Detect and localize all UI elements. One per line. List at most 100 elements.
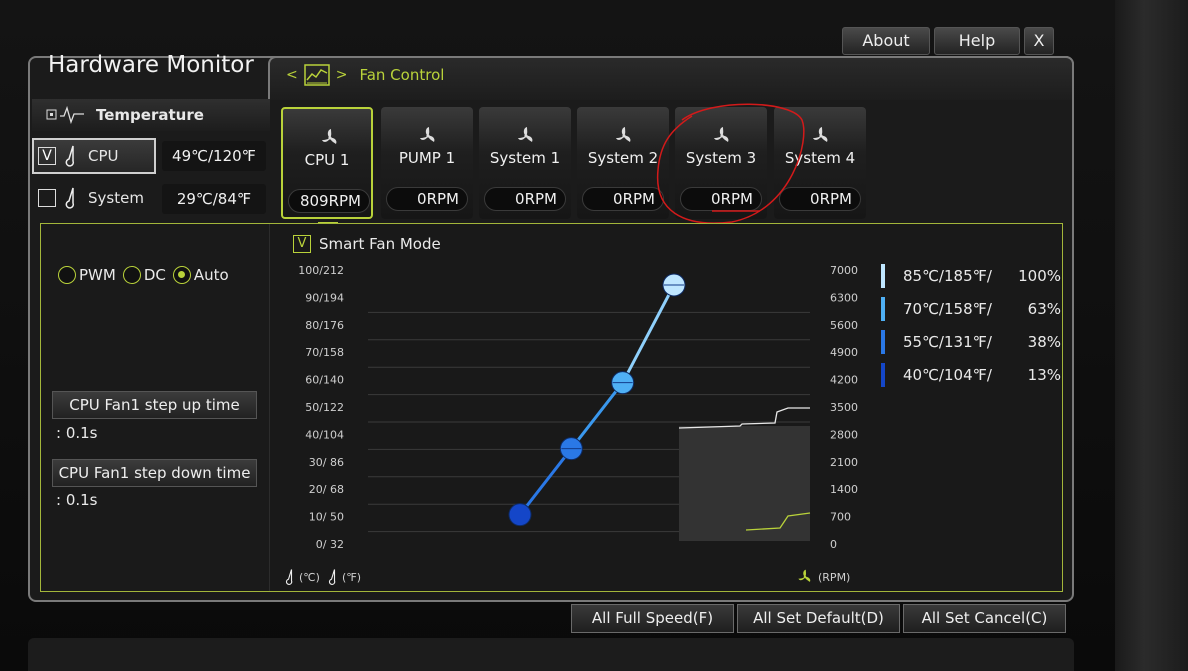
step-up-time-button[interactable]: CPU Fan1 step up time [52, 391, 257, 419]
y-right-tick: 1400 [830, 483, 858, 496]
y-right-tick: 0 [830, 538, 837, 551]
legend-percent: 38% [1027, 333, 1061, 351]
legend-percent: 100% [1018, 267, 1061, 285]
fan-tile-system1[interactable]: System 1 0RPM [479, 107, 571, 219]
app-title: Hardware Monitor [48, 52, 254, 78]
annotation-circle [656, 103, 805, 224]
legend-temp: 55℃/131℉/ [903, 333, 992, 351]
sensor-cpu-checkbox[interactable]: V [38, 147, 56, 165]
smart-fan-label: Smart Fan Mode [319, 235, 441, 253]
y-right-tick: 4200 [830, 374, 858, 387]
y-right-tick: 4900 [830, 346, 858, 359]
y-right-tick: 2100 [830, 456, 858, 469]
close-button[interactable]: X [1024, 27, 1054, 55]
smart-fan-mode-row[interactable]: V Smart Fan Mode [293, 235, 441, 253]
y-left-tick: 0/ 32 [316, 538, 344, 551]
fan-rpm: 0RPM [484, 187, 566, 211]
legend-item: 70℃/158℉/ 63% [881, 297, 1061, 321]
fan-control-label: Fan Control [359, 66, 445, 84]
legend-percent: 63% [1027, 300, 1061, 318]
thermometer-icon [328, 569, 336, 585]
legend-temp: 85℃/185℉/ [903, 267, 992, 285]
unit-fahrenheit: (℉) [341, 570, 361, 584]
app-root: About Help X Hardware Monitor < > Fan Co… [0, 0, 1188, 671]
fan-icon [322, 129, 337, 144]
legend-item: 40℃/104℉/ 13% [881, 363, 1061, 387]
sensor-system-value: 29℃/84℉ [162, 184, 266, 214]
background-bottom-panel [28, 638, 1074, 671]
fan-rpm: 809RPM [288, 189, 370, 213]
curve-segment [570, 381, 624, 450]
dc-radio[interactable] [122, 266, 141, 284]
nav-prev-icon[interactable]: < [286, 67, 298, 83]
mode-selector: PWM DC Auto [58, 266, 229, 284]
y-left-tick: 10/ 50 [309, 511, 344, 524]
all-set-default-button[interactable]: All Set Default(D) [737, 604, 900, 633]
y-left-tick: 40/104 [305, 428, 344, 441]
all-set-cancel-button[interactable]: All Set Cancel(C) [903, 604, 1066, 633]
fan-icon [518, 127, 533, 142]
fan-control-tab[interactable]: < > Fan Control [286, 64, 444, 86]
all-full-speed-button[interactable]: All Full Speed(F) [571, 604, 734, 633]
y-left-tick: 100/212 [298, 264, 344, 277]
y-right-tick: 2800 [830, 428, 858, 441]
temperature-header: Temperature [32, 99, 270, 131]
unit-celsius: (℃) [299, 570, 320, 584]
fan-icon [616, 127, 631, 142]
sensor-system-label: System [88, 189, 144, 207]
sensor-cpu-label: CPU [88, 147, 119, 165]
sensor-row-cpu[interactable]: V CPU 49℃/120℉ [32, 138, 270, 174]
legend-swatch [881, 330, 885, 354]
thermometer-icon [65, 187, 75, 209]
fan-name: System 1 [489, 149, 561, 167]
fan-name: PUMP 1 [398, 149, 456, 167]
nav-next-icon[interactable]: > [336, 67, 348, 83]
temperature-header-label: Temperature [96, 106, 204, 124]
legend-item: 85℃/185℉/ 100% [881, 264, 1061, 288]
y-right-tick: 700 [830, 511, 851, 524]
fan-icon [420, 127, 435, 142]
step-down-time-value: : 0.1s [56, 491, 98, 509]
background-strip [1115, 0, 1188, 671]
rpm-history-panel [679, 426, 810, 541]
y-left-tick: 50/122 [305, 401, 344, 414]
temperature-graph-icon [46, 105, 84, 125]
auto-label: Auto [193, 266, 229, 284]
auto-radio[interactable] [172, 266, 191, 284]
unit-rpm: (RPM) [818, 570, 851, 584]
sensor-system-checkbox[interactable] [38, 189, 56, 207]
legend-swatch [881, 297, 885, 321]
fan-tile-pump1[interactable]: PUMP 1 0RPM [381, 107, 473, 219]
y-left-tick: 90/194 [305, 291, 344, 304]
fan-name: CPU 1 [304, 151, 350, 169]
curve-segment [518, 447, 573, 516]
help-button[interactable]: Help [934, 27, 1020, 55]
pwm-radio[interactable] [58, 266, 76, 284]
legend-item: 55℃/131℉/ 38% [881, 330, 1061, 354]
smart-fan-checkbox[interactable]: V [293, 235, 311, 253]
legend-swatch [881, 264, 885, 288]
y-left-tick: 60/140 [305, 374, 344, 387]
sensor-cpu-value: 49℃/120℉ [162, 141, 266, 171]
y-left-tick: 80/176 [305, 319, 344, 332]
curve-segment [621, 284, 676, 384]
fan-tile-cpu1[interactable]: CPU 1 809RPM [281, 107, 373, 219]
temperature-units: (℃) (℉) [284, 568, 361, 586]
dc-label: DC [143, 266, 166, 284]
legend-swatch [881, 363, 885, 387]
curve-point[interactable] [508, 503, 532, 527]
thermometer-icon [285, 569, 293, 585]
sensor-row-system[interactable]: System 29℃/84℉ [32, 180, 270, 216]
rpm-unit: (RPM) [795, 568, 850, 586]
legend-temp: 40℃/104℉/ [903, 366, 992, 384]
legend-percent: 13% [1027, 366, 1061, 384]
about-button[interactable]: About [842, 27, 930, 55]
step-down-time-button[interactable]: CPU Fan1 step down time [52, 459, 257, 487]
step-up-time-value: : 0.1s [56, 424, 98, 442]
y-right-tick: 7000 [830, 264, 858, 277]
y-left-tick: 30/ 86 [309, 456, 344, 469]
y-left-tick: 20/ 68 [309, 483, 344, 496]
y-right-tick: 6300 [830, 291, 858, 304]
fan-curve-chart[interactable]: 100/212 700090/194 630080/176 560070/158 490… [280, 258, 870, 568]
rpm-history-line [678, 407, 810, 429]
